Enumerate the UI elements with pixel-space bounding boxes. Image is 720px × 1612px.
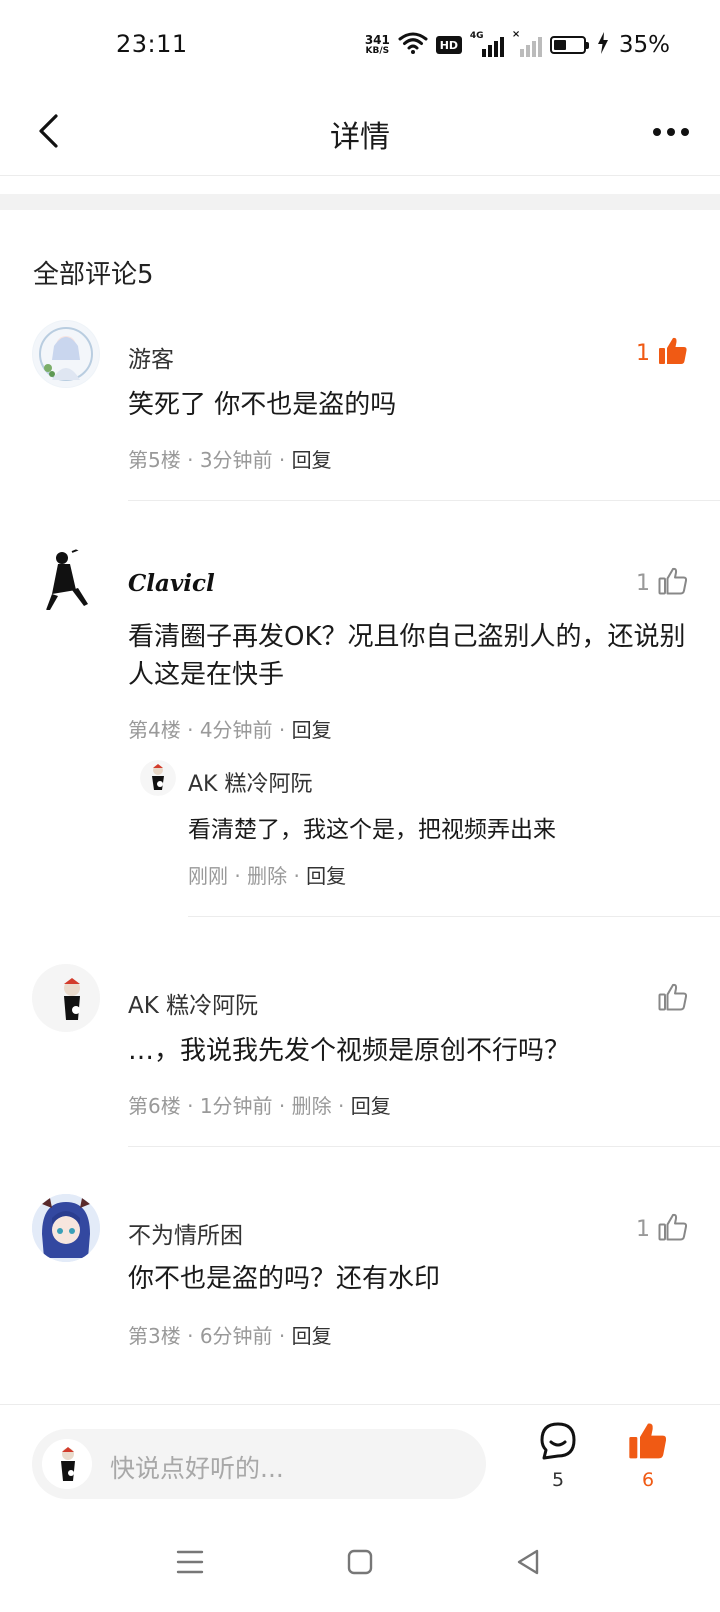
- reply-button[interactable]: 回复: [306, 864, 346, 888]
- comment-content: 笑死了 你不也是盗的吗: [128, 390, 397, 420]
- comment-item: 不为情所困 1 你不也是盗的吗？还有水印 第3楼 · 6分钟前 · 回复: [0, 1194, 720, 1364]
- comment-item: AK 糕冷阿阮 …，我说我先发个视频是原创不行吗？ 第6楼 · 1分钟前 · 删…: [0, 964, 720, 1148]
- comment-content: 你不也是盗的吗？还有水印: [128, 1264, 441, 1294]
- comment-count: 5: [551, 1469, 565, 1491]
- hd-label: HD: [439, 38, 459, 52]
- menu-button[interactable]: [170, 1544, 210, 1584]
- comment-item: Clavicl 1 看清圈子再发OK？况且你自己盗别人的，还说别人这是在快手 第…: [0, 548, 720, 918]
- like-button[interactable]: 1: [636, 566, 688, 600]
- home-square-icon: [347, 1549, 373, 1579]
- menu-icon: [176, 1549, 204, 1579]
- comment-author[interactable]: 游客: [128, 340, 174, 374]
- network-type-label: 4G: [469, 31, 484, 41]
- comment-divider: [128, 500, 720, 501]
- avatar[interactable]: [32, 1194, 100, 1262]
- wifi-icon: [398, 31, 428, 59]
- battery-icon: [549, 36, 589, 54]
- avatar[interactable]: [32, 548, 100, 616]
- status-icons: 341 KB/S HD 4G × 35%: [365, 28, 670, 62]
- thumbs-up-filled-icon: [658, 336, 688, 370]
- like-button[interactable]: 1: [636, 336, 688, 370]
- comment-bubble-icon: [538, 1421, 578, 1465]
- reply-content: 看清楚了，我这个是，把视频弄出来: [188, 817, 556, 843]
- system-navigation-bar: [0, 1522, 720, 1612]
- comment-divider: [128, 1146, 720, 1147]
- comment-divider: [188, 916, 720, 917]
- comment-author[interactable]: Clavicl: [128, 570, 215, 597]
- reply-avatar[interactable]: [140, 760, 176, 796]
- input-placeholder: 快说点好听的...: [110, 1454, 284, 1483]
- comment-input-bar: 快说点好听的... 5 6: [0, 1404, 720, 1522]
- thumbs-up-icon: [658, 982, 688, 1016]
- like-count: 6: [641, 1469, 655, 1491]
- page-title: 详情: [330, 120, 390, 155]
- avatar[interactable]: [32, 320, 100, 388]
- home-button[interactable]: [340, 1544, 380, 1584]
- comment-time: 3分钟前: [199, 448, 273, 472]
- reply-button[interactable]: 回复: [351, 1094, 391, 1118]
- more-options-button[interactable]: [648, 112, 694, 152]
- nav-bar: 详情: [0, 90, 720, 176]
- signal-4g-icon: 4G: [469, 31, 504, 57]
- like-post-button[interactable]: 6: [618, 1421, 678, 1491]
- delete-button[interactable]: 删除: [292, 1094, 332, 1118]
- comment-time: 6分钟前: [199, 1324, 273, 1348]
- avatar[interactable]: [32, 964, 100, 1032]
- comment-time: 1分钟前: [199, 1094, 273, 1118]
- network-speed-unit: KB/S: [365, 46, 390, 56]
- comment-author[interactable]: AK 糕冷阿阮: [128, 986, 258, 1020]
- reply-author[interactable]: AK 糕冷阿阮: [188, 766, 312, 798]
- comment-meta: 第5楼 · 3分钟前 · 回复: [128, 448, 332, 472]
- comment-input[interactable]: 快说点好听的...: [32, 1429, 486, 1499]
- floor-label: 第3楼: [128, 1324, 181, 1348]
- comment-content: 看清圈子再发OK？况且你自己盗别人的，还说别人这是在快手: [128, 622, 686, 690]
- user-avatar: [42, 1439, 92, 1489]
- comment-time: 4分钟前: [199, 718, 273, 742]
- signal-empty-icon: ×: [512, 29, 542, 57]
- system-back-button[interactable]: [508, 1544, 548, 1584]
- comment-content: …，我说我先发个视频是原创不行吗？: [128, 1036, 571, 1066]
- reply-button[interactable]: 回复: [292, 1324, 332, 1348]
- reply-button[interactable]: 回复: [292, 448, 332, 472]
- comment-author[interactable]: 不为情所困: [128, 1216, 243, 1250]
- charging-icon: [597, 32, 609, 58]
- comment-meta: 第6楼 · 1分钟前 · 删除 · 回复: [128, 1094, 391, 1118]
- comments-header: 全部评论5: [33, 260, 154, 290]
- like-button[interactable]: [650, 982, 688, 1016]
- hd-icon: HD: [435, 36, 462, 54]
- reply-meta: 刚刚 · 删除 · 回复: [188, 864, 347, 888]
- floor-label: 第5楼: [128, 448, 181, 472]
- floor-label: 第4楼: [128, 718, 181, 742]
- floor-label: 第6楼: [128, 1094, 181, 1118]
- like-count: 1: [636, 340, 650, 366]
- delete-button[interactable]: 删除: [247, 864, 287, 888]
- thumbs-up-icon: [658, 566, 688, 600]
- like-count: 1: [636, 1216, 650, 1242]
- battery-percent: 35%: [618, 32, 670, 58]
- network-speed-indicator: 341 KB/S: [365, 34, 390, 56]
- back-triangle-icon: [515, 1548, 541, 1580]
- section-divider: [0, 194, 720, 210]
- status-bar: 23:11 341 KB/S HD 4G × 35%: [0, 0, 720, 90]
- status-time: 23:11: [116, 30, 188, 58]
- network-speed-value: 341: [364, 33, 390, 47]
- more-dot-icon: [653, 128, 661, 136]
- reply-button[interactable]: 回复: [292, 718, 332, 742]
- like-count: 1: [636, 570, 650, 596]
- reply-time: 刚刚: [188, 864, 228, 888]
- comments-button[interactable]: 5: [528, 1421, 588, 1491]
- comment-meta: 第3楼 · 6分钟前 · 回复: [128, 1324, 332, 1348]
- comment-meta: 第4楼 · 4分钟前 · 回复: [128, 718, 332, 742]
- thumbs-up-icon: [658, 1212, 688, 1246]
- like-button[interactable]: 1: [636, 1212, 688, 1246]
- comment-item: 游客 1 笑死了 你不也是盗的吗 第5楼 · 3分钟前 · 回复: [0, 320, 720, 502]
- thumbs-up-filled-icon: [628, 1421, 668, 1465]
